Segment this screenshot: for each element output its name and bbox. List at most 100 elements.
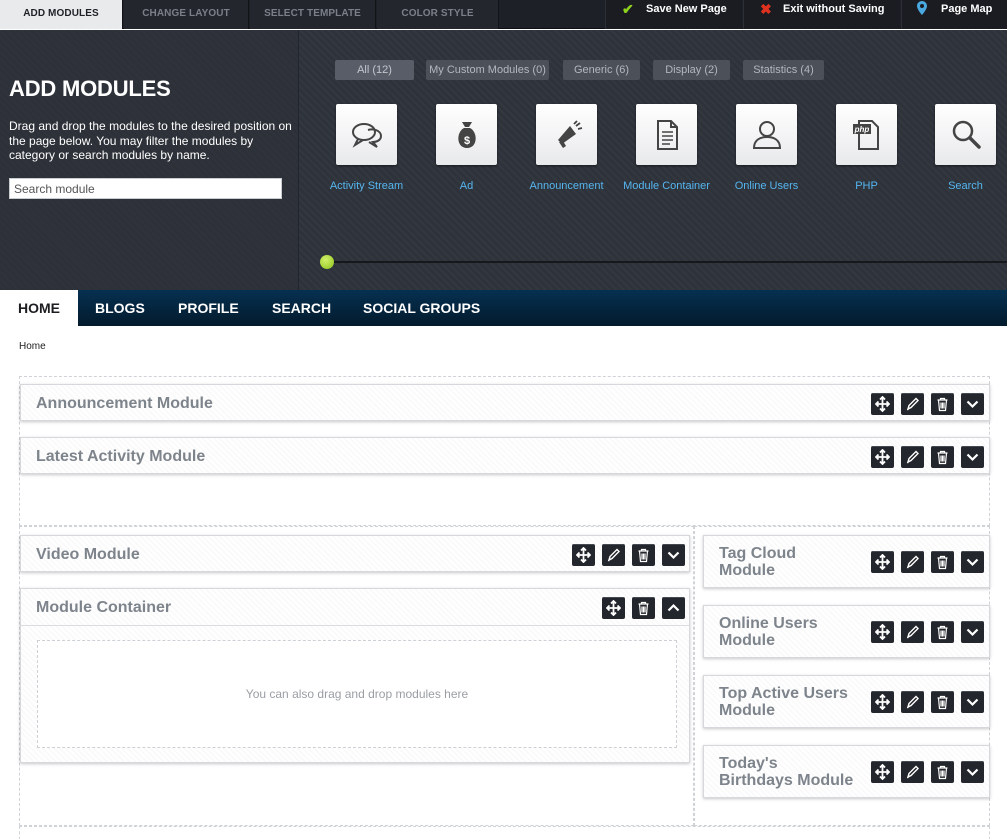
delete-button[interactable] [931,761,954,783]
module-box-tag-cloud[interactable]: Tag Cloud Module [703,535,990,588]
module-box-latest-activity[interactable]: Latest Activity Module [20,437,990,474]
svg-text:php: php [854,125,870,134]
edit-button[interactable] [602,544,625,566]
module-module-container[interactable]: Module Container [616,104,716,204]
money-bag-icon: $ [458,122,476,148]
collapse-toggle-button[interactable] [961,551,984,573]
module-tile[interactable]: php [836,104,897,165]
move-button[interactable] [871,691,894,713]
nav-item-social-groups[interactable]: SOCIAL GROUPS [363,290,480,326]
trash-icon [937,625,948,640]
edit-button[interactable] [901,551,924,573]
delete-button[interactable] [632,597,655,619]
tab-add-modules[interactable]: ADD MODULES [0,0,123,29]
filter-generic[interactable]: Generic (6) [563,60,640,80]
move-icon [875,449,890,465]
module-box-title: Online Users Module [719,615,818,649]
layout-zone-bottom [19,826,990,839]
magnifier-icon [952,120,981,149]
panel-title: ADD MODULES [9,76,171,101]
tab-change-layout[interactable]: CHANGE LAYOUT [124,0,249,29]
collapse-toggle-button[interactable] [961,393,984,415]
breadcrumb[interactable]: Home [19,341,46,352]
module-tile[interactable]: $ [436,104,497,165]
filter-statistics[interactable]: Statistics (4) [743,60,824,80]
move-button[interactable] [871,393,894,415]
page-map-button[interactable]: Page Map [901,0,1007,29]
delete-button[interactable] [931,446,954,468]
filter-my-custom-modules[interactable]: My Custom Modules (0) [426,60,549,80]
edit-button[interactable] [901,761,924,783]
trash-icon [638,548,649,563]
move-button[interactable] [572,544,595,566]
module-label: Search [948,180,983,192]
module-php[interactable]: php PHP [816,104,916,204]
trash-icon [937,450,948,465]
nav-item-search[interactable]: SEARCH [272,290,331,326]
module-scroll-track[interactable] [320,261,1007,263]
move-button[interactable] [871,761,894,783]
delete-button[interactable] [931,691,954,713]
edit-button[interactable] [901,393,924,415]
module-activity-stream[interactable]: Activity Stream [316,104,416,204]
move-button[interactable] [871,446,894,468]
chevron-down-icon [667,551,680,560]
module-online-users[interactable]: Online Users [716,104,816,204]
chevron-down-icon [966,453,979,462]
move-icon [576,547,591,563]
trash-icon [937,765,948,780]
module-announcement[interactable]: Announcement [516,104,616,204]
nav-item-profile[interactable]: PROFILE [178,290,239,326]
search-module-input[interactable] [9,178,282,199]
module-box-announcement[interactable]: Announcement Module [20,384,990,421]
module-tile[interactable] [636,104,697,165]
move-button[interactable] [871,551,894,573]
module-scroll-handle[interactable] [320,255,334,269]
move-button[interactable] [871,621,894,643]
delete-button[interactable] [931,393,954,415]
collapse-toggle-button[interactable] [961,446,984,468]
filter-display[interactable]: Display (2) [653,60,730,80]
module-box-online-users[interactable]: Online Users Module [703,605,990,658]
edit-button[interactable] [901,691,924,713]
module-box-title: Latest Activity Module [36,448,206,465]
module-box-todays-birthdays[interactable]: Today's Birthdays Module [703,745,990,798]
module-box-title: Tag Cloud Module [719,545,797,579]
chevron-down-icon [966,628,979,637]
module-ad[interactable]: $ Ad [416,104,516,204]
module-tile[interactable] [736,104,797,165]
delete-button[interactable] [632,544,655,566]
module-tile[interactable] [536,104,597,165]
nav-item-blogs[interactable]: BLOGS [95,290,145,326]
save-new-page-button[interactable]: ✔ Save New Page [605,0,742,29]
move-icon [606,600,621,616]
chevron-up-icon [667,603,680,612]
module-box-title: Top Active Users Module [719,685,848,719]
collapse-toggle-button[interactable] [961,691,984,713]
edit-button[interactable] [901,446,924,468]
delete-button[interactable] [931,621,954,643]
module-tile[interactable] [935,104,996,165]
module-search[interactable]: Search [915,104,1007,204]
top-toolbar: ADD MODULES CHANGE LAYOUT SELECT TEMPLAT… [0,0,1007,29]
tab-select-template[interactable]: SELECT TEMPLATE [250,0,376,29]
close-icon: ✖ [760,1,772,17]
module-tile[interactable] [336,104,397,165]
module-box-video[interactable]: Video Module [20,535,690,572]
collapse-toggle-button[interactable] [662,597,685,619]
module-container-dropzone[interactable]: You can also drag and drop modules here [37,640,677,748]
exit-without-saving-button[interactable]: ✖ Exit without Saving [743,0,900,29]
filter-all[interactable]: All (12) [335,60,414,80]
collapse-toggle-button[interactable] [961,761,984,783]
pencil-icon [607,548,620,562]
collapse-toggle-button[interactable] [961,621,984,643]
collapse-toggle-button[interactable] [662,544,685,566]
module-box-top-active-users[interactable]: Top Active Users Module [703,675,990,728]
trash-icon [937,555,948,570]
move-button[interactable] [602,597,625,619]
delete-button[interactable] [931,551,954,573]
module-box-module-container[interactable]: Module Container You can also drag and d… [20,588,690,763]
edit-button[interactable] [901,621,924,643]
tab-color-style[interactable]: COLOR STYLE [377,0,499,29]
nav-item-home[interactable]: HOME [0,290,78,326]
